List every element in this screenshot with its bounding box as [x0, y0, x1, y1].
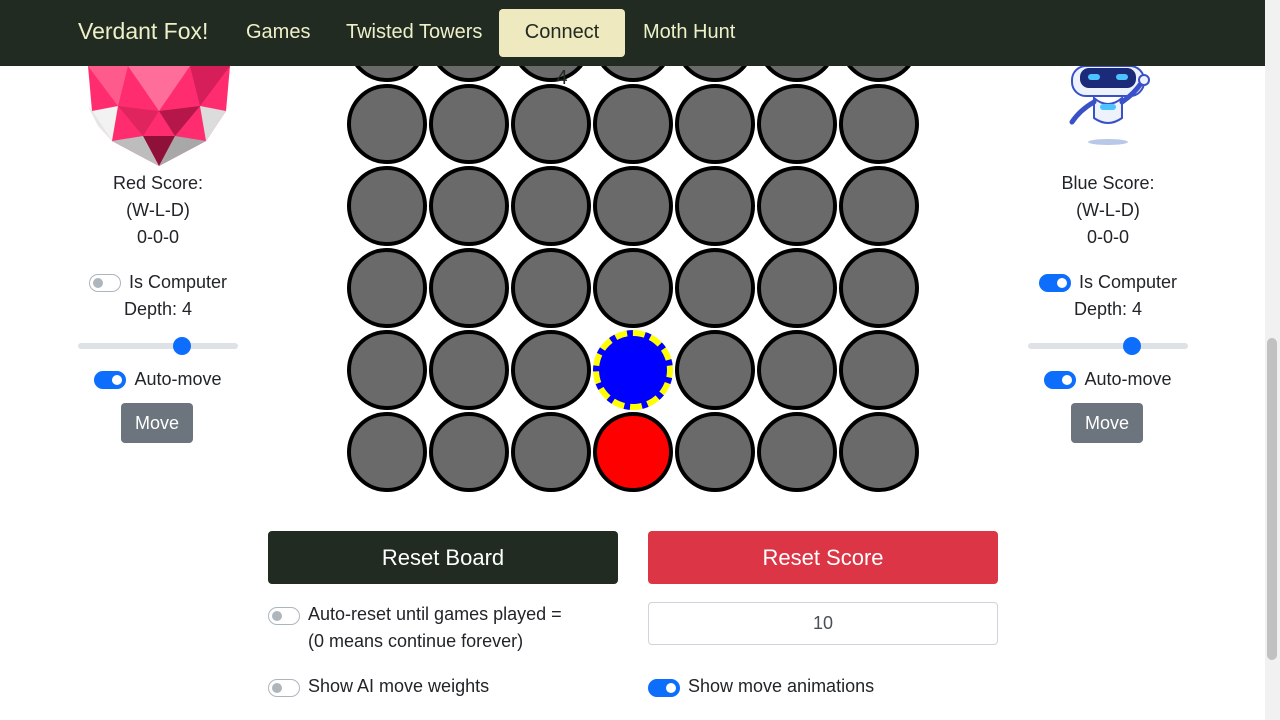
nav-link-moth-hunt[interactable]: Moth Hunt: [625, 9, 753, 57]
auto-reset-note: (0 means continue forever): [308, 631, 524, 651]
board-cell-empty[interactable]: [429, 412, 509, 492]
red-auto-move-row: Auto-move: [78, 369, 238, 390]
nav-link-games[interactable]: Games: [228, 9, 328, 57]
board-cell-empty[interactable]: [839, 84, 919, 164]
board-cell-empty[interactable]: [347, 84, 427, 164]
auto-reset-toggle[interactable]: [268, 607, 300, 625]
navbar: Verdant Fox! Games Twisted Towers Connec…: [0, 0, 1265, 89]
board-cell-empty[interactable]: [839, 248, 919, 328]
red-is-computer-toggle[interactable]: [88, 273, 121, 292]
board-cell-empty[interactable]: [347, 330, 427, 410]
blue-is-computer-label: Is Computer: [1078, 272, 1178, 292]
board-cell-empty[interactable]: [511, 412, 591, 492]
board-cell-empty[interactable]: [675, 330, 755, 410]
blue-is-computer-toggle[interactable]: [1038, 273, 1071, 292]
board-cell-empty[interactable]: [675, 166, 755, 246]
auto-reset-label: Auto-reset until games played =: [308, 604, 562, 624]
red-auto-move-toggle[interactable]: [94, 370, 127, 389]
board-cell-empty[interactable]: [757, 84, 837, 164]
reset-score-button[interactable]: Reset Score: [648, 531, 998, 584]
geometric-fox-icon: [88, 66, 230, 166]
board-cell-empty[interactable]: [757, 412, 837, 492]
board-cell-empty[interactable]: [511, 330, 591, 410]
red-score-label: Red Score:: [112, 173, 204, 193]
board-cell-empty[interactable]: [347, 412, 427, 492]
blue-score-value: 0-0-0: [1086, 227, 1130, 247]
show-animations-toggle[interactable]: [648, 679, 680, 697]
red-score-format: (W-L-D): [126, 200, 190, 220]
board-cell-empty[interactable]: [429, 166, 509, 246]
board-cell-empty[interactable]: [429, 330, 509, 410]
scrollbar-thumb[interactable]: [1267, 338, 1277, 660]
red-is-computer-row: Is Computer: [78, 272, 238, 293]
board-cell-empty[interactable]: [757, 166, 837, 246]
red-auto-move-label: Auto-move: [134, 369, 222, 389]
board-cell-empty[interactable]: [429, 248, 509, 328]
board-cell-empty[interactable]: [593, 166, 673, 246]
show-weights-toggle[interactable]: [268, 679, 300, 697]
brand-link[interactable]: Verdant Fox!: [78, 18, 208, 45]
board-cell-empty[interactable]: [839, 166, 919, 246]
blue-depth-label: Depth: 4: [1073, 299, 1143, 319]
red-depth-slider-thumb[interactable]: [172, 337, 191, 355]
board-cell-empty[interactable]: [839, 412, 919, 492]
board-cell-empty[interactable]: [511, 248, 591, 328]
board-cell-empty[interactable]: [675, 84, 755, 164]
blue-score-label: Blue Score:: [1061, 173, 1155, 193]
robot-icon: [1069, 66, 1150, 145]
blue-auto-move-label: Auto-move: [1084, 369, 1172, 389]
board-cell-empty[interactable]: [839, 330, 919, 410]
board-cell-empty[interactable]: [511, 84, 591, 164]
board-cell-empty[interactable]: [593, 84, 673, 164]
blue-score-format: (W-L-D): [1076, 200, 1140, 220]
board-cell-empty[interactable]: [347, 166, 427, 246]
blue-auto-move-toggle[interactable]: [1044, 370, 1077, 389]
red-depth-slider[interactable]: [78, 337, 238, 355]
red-is-computer-label: Is Computer: [128, 272, 228, 292]
board-cell-blue-piece[interactable]: [593, 330, 673, 410]
board-cell-empty[interactable]: [675, 248, 755, 328]
red-score-value: 0-0-0: [136, 227, 180, 247]
board-cell-empty[interactable]: [511, 166, 591, 246]
games-played-input[interactable]: 10: [648, 602, 998, 645]
board-cell-empty[interactable]: [757, 248, 837, 328]
board-cell-empty[interactable]: [429, 84, 509, 164]
reset-board-button[interactable]: Reset Board: [268, 531, 618, 584]
blue-depth-slider[interactable]: [1028, 337, 1188, 355]
board-cell-empty[interactable]: [347, 248, 427, 328]
blue-depth-slider-thumb[interactable]: [1122, 337, 1141, 355]
blue-move-button[interactable]: Move: [1071, 403, 1143, 443]
nav-link-connect-4[interactable]: Connect 4: [499, 9, 625, 89]
show-weights-label: Show AI move weights: [308, 676, 490, 696]
board-cell-empty[interactable]: [757, 330, 837, 410]
nav-link-twisted-towers[interactable]: Twisted Towers: [328, 9, 500, 57]
board-cell-empty[interactable]: [593, 248, 673, 328]
show-animations-label: Show move animations: [688, 676, 875, 696]
red-depth-label: Depth: 4: [123, 299, 193, 319]
board-cell-empty[interactable]: [675, 412, 755, 492]
board-cell-red-piece[interactable]: [593, 412, 673, 492]
red-move-button[interactable]: Move: [121, 403, 193, 443]
blue-is-computer-row: Is Computer: [1028, 272, 1188, 293]
blue-auto-move-row: Auto-move: [1028, 369, 1188, 390]
